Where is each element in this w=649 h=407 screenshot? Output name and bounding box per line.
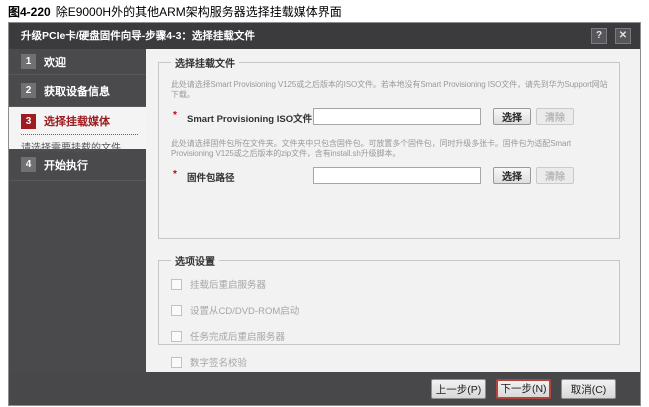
dialog-title: 升级PCIe卡/硬盘固件向导-步骤4-3：选择挂载文件 (9, 23, 640, 49)
cancel-button[interactable]: 取消(C) (561, 379, 616, 399)
checkbox-label: 设置从CD/DVD-ROM启动 (190, 303, 299, 317)
sidebar-step-welcome[interactable]: 1 欢迎 (9, 49, 146, 75)
step-number-badge: 2 (21, 83, 36, 98)
step-number-badge: 3 (21, 114, 36, 129)
iso-select-button[interactable]: 选择 (493, 108, 531, 125)
checkbox-row-digital-signature: 数字签名校验 (171, 355, 609, 369)
iso-clear-button[interactable]: 清除 (536, 108, 574, 125)
section-legend: 选择挂载文件 (171, 55, 239, 70)
checkbox-restart-after-task[interactable] (171, 331, 182, 342)
footer-button-group: 上一步(P) 下一步(N) 取消(C) (431, 379, 616, 399)
wizard-steps-sidebar: 1 欢迎 2 获取设备信息 3 选择挂载媒体 请选择需要挂载的文件 4 开始执行 (9, 49, 146, 372)
option-settings-section: 选项设置 挂载后重启服务器 设置从CD/DVD-ROM启动 任务完成后重启服务器… (158, 253, 620, 345)
next-step-button[interactable]: 下一步(N) (496, 379, 551, 399)
sidebar-step-get-device-info[interactable]: 2 获取设备信息 (9, 75, 146, 107)
checkbox-digital-signature[interactable] (171, 357, 182, 368)
figure-caption: 图4-220 除E9000H外的其他ARM架构服务器选择挂载媒体界面 (8, 3, 342, 20)
firmware-hint-text: 此处请选择固件包所在文件夹。文件夹中只包含固件包。可放置多个固件包，同时升级多张… (171, 139, 609, 159)
previous-step-button[interactable]: 上一步(P) (431, 379, 486, 399)
section-legend: 选项设置 (171, 253, 219, 268)
active-step-header: 3 选择挂载媒体 (21, 113, 138, 135)
firmware-clear-button[interactable]: 清除 (536, 167, 574, 184)
wizard-dialog: 升级PCIe卡/硬盘固件向导-步骤4-3：选择挂载文件 ? ✕ 1 欢迎 2 获… (8, 22, 641, 406)
dialog-footer: 上一步(P) 下一步(N) 取消(C) (9, 372, 640, 405)
step-label: 获取设备信息 (44, 83, 110, 99)
checkbox-boot-from-cdrom[interactable] (171, 305, 182, 316)
checkbox-row-restart-after-mount: 挂载后重启服务器 (171, 277, 609, 291)
step-number-badge: 1 (21, 54, 36, 69)
step-label: 选择挂载媒体 (44, 113, 110, 129)
active-step-description: 请选择需要挂载的文件 (21, 135, 138, 154)
checkbox-label: 挂载后重启服务器 (190, 277, 266, 291)
screenshot-root: { "figure": { "label": "图4-220", "title"… (0, 0, 649, 407)
checkbox-row-boot-from-cdrom: 设置从CD/DVD-ROM启动 (171, 303, 609, 317)
step-label: 欢迎 (44, 54, 66, 70)
firmware-path-field-row: * 固件包路径 选择 清除 (171, 167, 609, 184)
firmware-path-label: 固件包路径 (187, 170, 235, 184)
iso-file-input[interactable] (313, 108, 481, 125)
iso-file-label: Smart Provisioning ISO文件 (187, 111, 312, 125)
firmware-select-button[interactable]: 选择 (493, 167, 531, 184)
checkbox-label: 数字签名校验 (190, 355, 247, 369)
checkbox-row-restart-after-task: 任务完成后重启服务器 (171, 329, 609, 343)
figure-caption-text: 除E9000H外的其他ARM架构服务器选择挂载媒体界面 (56, 5, 342, 19)
checkbox-restart-after-mount[interactable] (171, 279, 182, 290)
firmware-path-input[interactable] (313, 167, 481, 184)
help-icon[interactable]: ? (591, 28, 607, 44)
required-asterisk: * (173, 169, 177, 180)
step-number-badge: 4 (21, 157, 36, 172)
wizard-content-panel: 选择挂载文件 此处请选择Smart Provisioning V125或之后版本… (146, 49, 640, 372)
figure-number: 图4-220 (8, 5, 51, 19)
close-icon[interactable]: ✕ (615, 28, 631, 44)
required-asterisk: * (173, 110, 177, 121)
dialog-titlebar: 升级PCIe卡/硬盘固件向导-步骤4-3：选择挂载文件 ? ✕ (9, 23, 640, 49)
sidebar-step-select-mount-media[interactable]: 3 选择挂载媒体 请选择需要挂载的文件 (9, 107, 146, 149)
step-label: 开始执行 (44, 157, 88, 173)
select-mount-file-section: 选择挂载文件 此处请选择Smart Provisioning V125或之后版本… (158, 55, 620, 239)
checkbox-label: 任务完成后重启服务器 (190, 329, 285, 343)
iso-file-field-row: * Smart Provisioning ISO文件 选择 清除 (171, 108, 609, 125)
iso-hint-text: 此处请选择Smart Provisioning V125或之后版本的ISO文件。… (171, 80, 609, 100)
